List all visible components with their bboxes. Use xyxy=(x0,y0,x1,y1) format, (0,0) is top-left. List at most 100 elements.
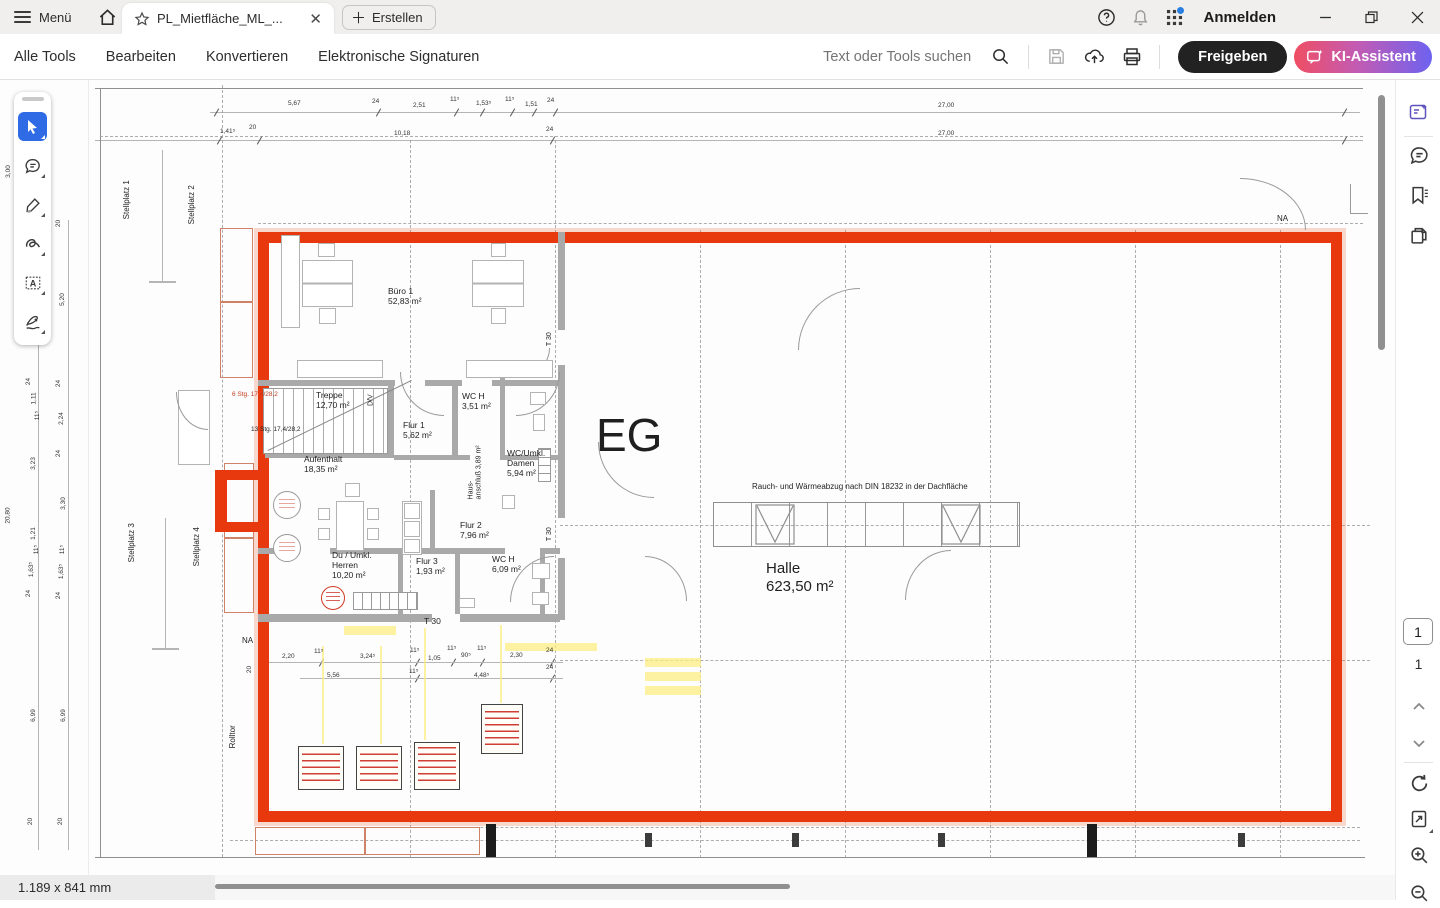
dimension-label: 24 xyxy=(55,450,62,457)
highlight-pencil-tool[interactable] xyxy=(18,190,47,219)
right-sidebar: 1 xyxy=(1395,80,1440,900)
column-tick xyxy=(1238,833,1245,847)
column xyxy=(486,824,496,857)
equipment-stamp xyxy=(273,491,301,519)
hamburger-icon xyxy=(14,11,31,23)
window-minimize-button[interactable] xyxy=(1302,0,1348,34)
highlight-annotation[interactable] xyxy=(645,672,701,681)
previous-page-button[interactable] xyxy=(1404,692,1434,722)
axis-line xyxy=(100,136,1363,137)
dimension-label: 11⁵ xyxy=(410,647,419,654)
plan-line xyxy=(95,88,1363,89)
highlight-annotation[interactable] xyxy=(645,686,701,695)
help-button[interactable] xyxy=(1089,0,1123,34)
document-tab[interactable]: PL_Mietfläche_ML_... ✕ xyxy=(122,3,334,34)
dimension-label: 2,30 xyxy=(510,652,523,659)
menu-bearbeiten[interactable]: Bearbeiten xyxy=(91,49,191,65)
meter-stamp xyxy=(298,746,344,790)
vertical-scrollbar-thumb[interactable] xyxy=(1378,95,1385,350)
home-icon xyxy=(98,8,117,27)
bookmarks-panel-button[interactable] xyxy=(1404,180,1434,210)
comment-tool[interactable] xyxy=(18,151,47,180)
menu-esignaturen[interactable]: Elektronische Signaturen xyxy=(303,49,494,65)
dimension-label: 24 xyxy=(25,378,32,385)
dimension-label: 11⁵ xyxy=(314,648,323,655)
page-number-input[interactable] xyxy=(1403,618,1433,645)
highlight-annotation[interactable] xyxy=(645,658,701,667)
plan-label: Flur 2 7,96 m² xyxy=(460,520,489,540)
plan-label: WC H 3,51 m² xyxy=(462,391,491,411)
plan-label: WC/Umkl. Damen 5,94 m² xyxy=(507,448,545,479)
dimension-label: 1,63⁵ xyxy=(58,564,65,579)
document-viewer[interactable]: Büro 1 52,83 m²Treppe 12,70 m²D/VWC H 3,… xyxy=(0,80,1395,875)
upload-cloud-button[interactable] xyxy=(1075,40,1113,74)
apps-grid-button[interactable] xyxy=(1157,0,1191,34)
bottom-bay xyxy=(255,827,365,855)
zoom-in-button[interactable] xyxy=(1404,840,1434,870)
dimension-label: 5,56 xyxy=(327,672,340,679)
search-input[interactable] xyxy=(823,49,983,65)
fit-page-button[interactable] xyxy=(1404,804,1434,834)
dimension-label: 24 xyxy=(372,98,379,105)
plan-label: Rolltor xyxy=(228,725,238,748)
ai-assistant-panel-button[interactable] xyxy=(1404,98,1434,128)
plan-label: Flur 3 1,93 m² xyxy=(416,556,445,576)
dimension-label: 24 xyxy=(25,590,32,597)
bottom-bay xyxy=(365,827,480,855)
next-page-button[interactable] xyxy=(1404,728,1434,758)
palette-drag-handle[interactable] xyxy=(22,97,44,101)
highlight-annotation[interactable] xyxy=(344,626,396,635)
plan-label: Stellplatz 3 xyxy=(127,523,137,562)
main-toolbar: Alle Tools Bearbeiten Konvertieren Elekt… xyxy=(0,34,1440,80)
create-button[interactable]: ＋ Erstellen xyxy=(342,5,436,30)
dimension-label: 11⁵ xyxy=(505,96,514,103)
plan-line xyxy=(100,88,101,858)
app-menu-button[interactable]: Menü xyxy=(0,0,84,34)
fill-sign-tool[interactable] xyxy=(18,307,47,336)
column xyxy=(1087,824,1097,857)
search-icon[interactable] xyxy=(991,47,1010,66)
menu-alle-tools[interactable]: Alle Tools xyxy=(0,49,91,65)
comments-panel-button[interactable] xyxy=(1404,140,1434,170)
window-close-button[interactable] xyxy=(1394,0,1440,34)
dimension-label: 24 xyxy=(546,126,553,133)
plan-label: EG xyxy=(596,408,662,463)
ai-assistant-button[interactable]: KI-Assistent xyxy=(1294,41,1432,73)
plan-label: T 30 xyxy=(546,332,554,346)
sign-in-button[interactable]: Anmelden xyxy=(1203,9,1276,26)
quick-tools-palette: A xyxy=(14,92,51,345)
document-tab-title: PL_Mietfläche_ML_... xyxy=(157,11,298,26)
dimension-label: 11⁵ xyxy=(59,545,66,554)
save-button[interactable] xyxy=(1037,40,1075,74)
plan-label: NA xyxy=(1277,214,1288,224)
tab-close-icon[interactable]: ✕ xyxy=(305,10,326,28)
plan-label: Flur 1 5,62 m² xyxy=(403,420,432,440)
plan-label: T 30 xyxy=(546,527,554,541)
dimension-label: 20 xyxy=(246,666,253,673)
plan-label: Rauch- und Wärmeabzug nach DIN 18232 in … xyxy=(752,482,968,492)
horizontal-scrollbar-thumb[interactable] xyxy=(215,884,790,889)
rotate-page-button[interactable] xyxy=(1404,768,1434,798)
notifications-button[interactable] xyxy=(1123,0,1157,34)
dimension-label: 2,20 xyxy=(282,653,295,660)
star-icon[interactable] xyxy=(134,11,150,27)
dimension-label: 20 xyxy=(55,220,62,227)
axis-line xyxy=(258,223,1363,224)
menu-konvertieren[interactable]: Konvertieren xyxy=(191,49,303,65)
window-restore-button[interactable] xyxy=(1348,0,1394,34)
zoom-out-button[interactable] xyxy=(1404,878,1434,908)
page-thumbnails-button[interactable] xyxy=(1404,220,1434,250)
share-button[interactable]: Freigeben xyxy=(1178,41,1287,73)
plan-label: Haus- anschluß 3,89 m² xyxy=(468,445,485,499)
draw-tool[interactable] xyxy=(18,229,47,258)
lockers xyxy=(353,592,418,610)
text-select-tool[interactable]: A xyxy=(18,268,47,297)
round-stamp xyxy=(321,586,345,610)
plan-label: T 30 xyxy=(424,616,441,626)
column-tick xyxy=(645,833,652,847)
notification-dot xyxy=(1177,7,1184,14)
skylight-panel xyxy=(941,504,981,545)
select-tool[interactable] xyxy=(18,112,47,141)
print-button[interactable] xyxy=(1113,40,1151,74)
search-field[interactable] xyxy=(823,47,1010,66)
